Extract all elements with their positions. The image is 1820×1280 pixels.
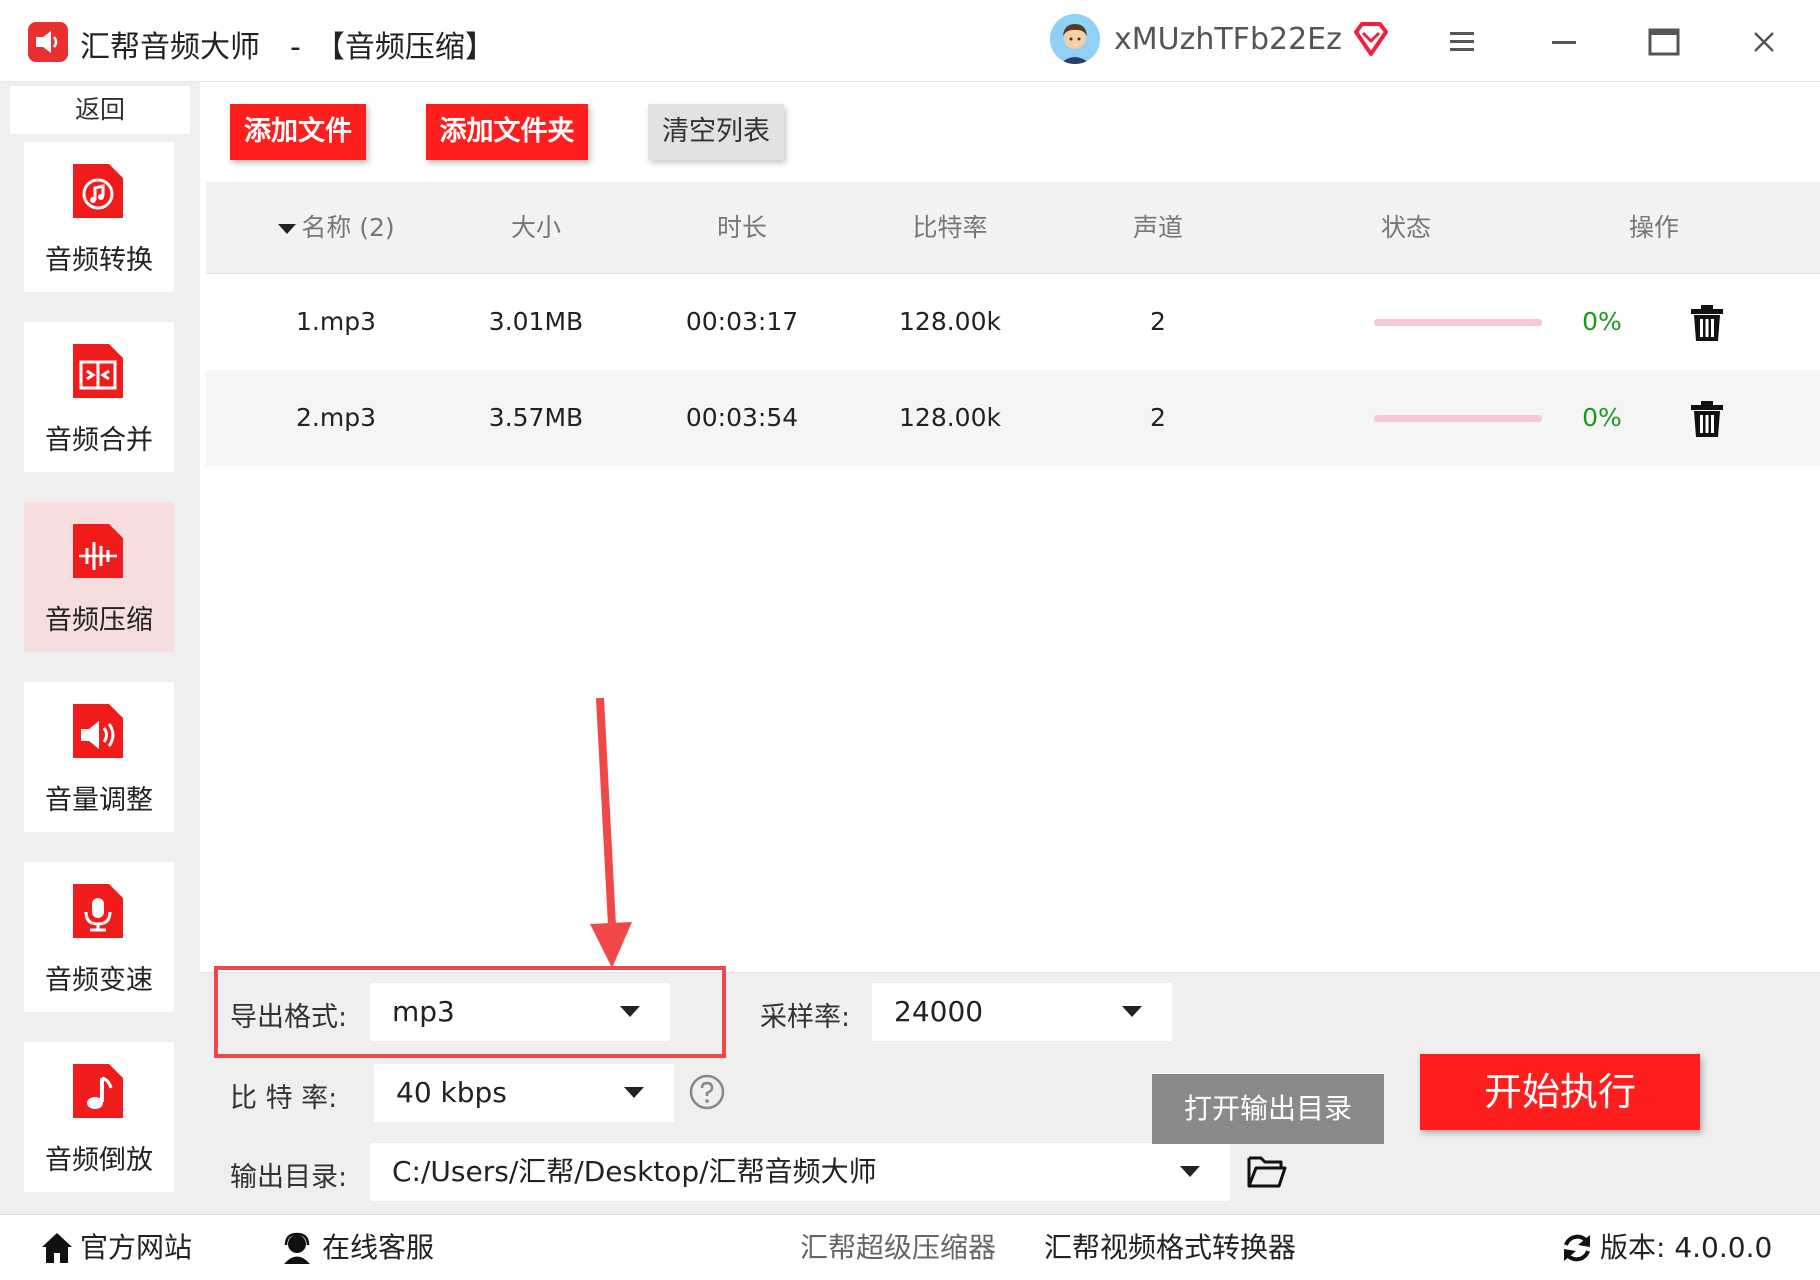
header-status: 状态 [1380,213,1431,242]
annotation-arrow-icon [590,697,632,968]
progress-percent: 0% [1582,403,1622,432]
cell-channels: 2 [1150,403,1166,432]
open-output-button[interactable]: 打开输出目录 [1152,1074,1384,1144]
back-button[interactable]: 返回 [10,86,190,134]
title-separator: - [290,30,301,65]
trash-icon[interactable] [1690,400,1724,438]
chevron-down-icon [1122,1006,1142,1017]
folder-open-icon[interactable] [1246,1154,1288,1190]
cell-duration: 00:03:54 [685,403,799,432]
sort-desc-icon [278,224,297,234]
output-dir-select[interactable]: C:/Users/汇帮/Desktop/汇帮音频大师 [370,1143,1230,1201]
cell-size: 3.57MB [488,403,584,432]
chevron-down-icon [1180,1166,1200,1177]
refresh-icon[interactable] [1560,1231,1594,1265]
add-file-button[interactable]: 添加文件 [230,104,366,160]
sidebar-item-label: 音频压缩 [45,605,153,636]
audio-convert-icon [73,164,123,218]
sidebar-item-audio-reverse[interactable]: 音频倒放 [24,1042,174,1192]
sidebar-item-label: 音频变速 [45,965,153,996]
compressor-link[interactable]: 汇帮超级压缩器 [800,1215,996,1280]
vip-diamond-icon[interactable] [1352,20,1390,58]
bitrate-value: 40 kbps [396,1076,507,1109]
cell-name: 2.mp3 [296,403,376,432]
chevron-down-icon [624,1087,644,1098]
home-icon [42,1233,72,1263]
audio-speed-icon [73,884,123,938]
customer-service-icon [284,1232,310,1264]
annotation-highlight-box [214,966,726,1058]
cell-duration: 00:03:17 [685,307,799,336]
header-size[interactable]: 大小 [456,182,616,274]
cell-channels: 2 [1150,307,1166,336]
table-row[interactable]: 2.mp3 3.57MB 00:03:54 128.00k 2 0% [206,370,1820,466]
header-name-label: 名称 (2) [301,213,395,242]
clear-list-button[interactable]: 清空列表 [648,104,784,160]
audio-compress-icon [73,524,123,578]
file-table: 名称 (2) 大小 时长 比特率 声道 状态 操作 1.mp3 3.01MB 0… [200,182,1820,972]
sidebar-item-label: 音频倒放 [45,1145,153,1176]
help-icon[interactable] [688,1073,726,1111]
toolbar: 添加文件 添加文件夹 清空列表 [200,82,1820,182]
audio-merge-icon [73,344,123,398]
progress-bar [1374,415,1542,422]
sidebar-item-audio-merge[interactable]: 音频合并 [24,322,174,472]
samplerate-value: 24000 [894,995,984,1028]
title-bar: 汇帮音频大师 - 【音频压缩】 xMUzhTFb22Ez [0,0,1820,82]
cell-name: 1.mp3 [296,307,376,336]
close-icon[interactable] [1742,20,1786,64]
sidebar-item-audio-compress[interactable]: 音频压缩 [24,502,174,652]
output-dir-value: C:/Users/汇帮/Desktop/汇帮音频大师 [392,1155,877,1188]
version-label: 版本: 4.0.0.0 [1600,1231,1773,1264]
bitrate-label: 比 特 率: [230,1083,338,1114]
app-name: 汇帮音频大师 [80,30,260,65]
sidebar-item-audio-speed[interactable]: 音频变速 [24,862,174,1012]
samplerate-label: 采样率: [760,1002,851,1033]
table-header: 名称 (2) 大小 时长 比特率 声道 状态 操作 [206,182,1820,274]
video-converter-link[interactable]: 汇帮视频格式转换器 [1044,1215,1296,1280]
header-name[interactable]: 名称 (2) [246,182,426,274]
sidebar-item-label: 音频转换 [45,245,153,276]
menu-icon[interactable] [1440,20,1484,64]
output-label: 输出目录: [230,1162,348,1193]
online-service-link[interactable]: 在线客服 [322,1215,434,1280]
minimize-icon[interactable] [1542,20,1586,64]
cell-size: 3.01MB [488,307,584,336]
footer-bar: 官方网站 在线客服 汇帮超级压缩器 汇帮视频格式转换器 版本: 4.0.0.0 [0,1214,1820,1280]
sidebar-item-volume-adjust[interactable]: 音量调整 [24,682,174,832]
username[interactable]: xMUzhTFb22Ez [1114,22,1342,57]
cell-bitrate: 128.00k [899,307,1001,336]
sidebar-item-audio-convert[interactable]: 音频转换 [24,142,174,292]
header-action: 操作 [1628,213,1679,242]
header-bitrate[interactable]: 比特率 [870,182,1030,274]
progress-percent: 0% [1582,307,1622,336]
trash-icon[interactable] [1690,304,1724,342]
header-channels[interactable]: 声道 [1078,182,1238,274]
audio-reverse-icon [73,1064,123,1118]
app-logo-icon [28,22,68,62]
cell-bitrate: 128.00k [899,403,1001,432]
sidebar-item-label: 音频合并 [45,425,153,456]
samplerate-select[interactable]: 24000 [872,983,1172,1041]
volume-adjust-icon [73,704,123,758]
header-duration[interactable]: 时长 [662,182,822,274]
sidebar: 返回 音频转换 音频合并 音频压缩 音量调整 音频变速 音频倒放 [0,82,200,1214]
avatar-icon[interactable] [1050,14,1100,64]
section-title: 【音频压缩】 [314,30,495,65]
start-button[interactable]: 开始执行 [1420,1054,1700,1130]
window-title: 汇帮音频大师 - 【音频压缩】 [80,22,495,66]
sidebar-item-label: 音量调整 [45,785,153,816]
bitrate-select[interactable]: 40 kbps [374,1064,674,1122]
table-row[interactable]: 1.mp3 3.01MB 00:03:17 128.00k 2 0% [206,274,1820,370]
official-site-link[interactable]: 官方网站 [80,1215,192,1280]
add-folder-button[interactable]: 添加文件夹 [426,104,588,160]
progress-bar [1374,319,1542,326]
maximize-icon[interactable] [1642,20,1686,64]
